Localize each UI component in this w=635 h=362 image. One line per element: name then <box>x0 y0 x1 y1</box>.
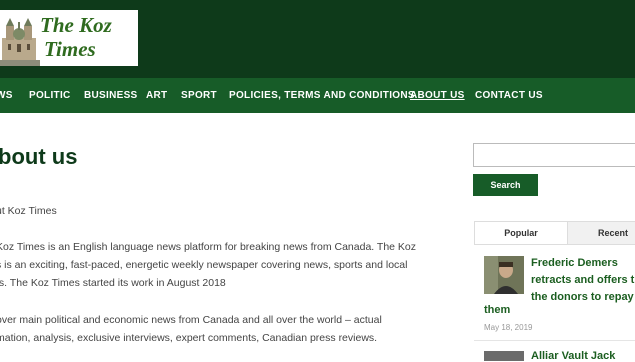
sidebar-tabs: Popular Recent <box>474 221 635 245</box>
search-input[interactable] <box>473 143 635 167</box>
main-nav: WS POLITIC BUSINESS ART SPORT POLICIES, … <box>0 78 635 113</box>
logo-text-line-1: The Koz <box>40 13 112 37</box>
search-button[interactable]: Search <box>473 174 538 196</box>
body-line-4: over main political and economic news fr… <box>0 314 382 326</box>
body-line-1: Koz Times is an English language news pl… <box>0 241 417 253</box>
logo-text-line-2: Times <box>44 37 96 61</box>
site-header: The Koz Times <box>0 0 635 78</box>
nav-item-news[interactable]: WS <box>0 78 13 113</box>
article-thumbnail[interactable] <box>484 256 524 294</box>
nav-item-sport[interactable]: SPORT <box>181 78 217 113</box>
article-divider <box>474 340 635 341</box>
body-line-2: s is an exciting, fast-paced, energetic … <box>0 259 408 271</box>
article-title-tail[interactable]: them <box>484 304 510 316</box>
article-title-2[interactable]: Alliar Vault Jack <box>531 350 615 362</box>
article-title[interactable]: Frederic Demers retracts and offers t th… <box>531 255 635 306</box>
nav-item-policies[interactable]: POLICIES, TERMS AND CONDITIONS <box>229 78 415 113</box>
tab-recent[interactable]: Recent <box>568 222 635 244</box>
body-line-3: ts. The Koz Times started its work in Au… <box>0 277 226 289</box>
nav-item-business[interactable]: BUSINESS <box>84 78 138 113</box>
cathedral-logo-icon <box>0 10 40 66</box>
site-logo[interactable]: The Koz Times <box>0 10 138 66</box>
nav-item-about-us[interactable]: ABOUT US <box>410 78 465 113</box>
page-title: bout us <box>0 144 78 169</box>
person-photo-icon <box>484 256 524 294</box>
nav-item-contact-us[interactable]: CONTACT US <box>475 78 543 113</box>
article-thumbnail-2[interactable] <box>484 351 524 361</box>
intro-line: ut Koz Times <box>0 205 57 217</box>
tab-popular[interactable]: Popular <box>475 222 568 244</box>
body-line-5: mation, analysis, exclusive interviews, … <box>0 332 378 344</box>
nav-item-politic[interactable]: POLITIC <box>29 78 71 113</box>
nav-item-art[interactable]: ART <box>146 78 167 113</box>
article-date: May 18, 2019 <box>484 323 533 332</box>
